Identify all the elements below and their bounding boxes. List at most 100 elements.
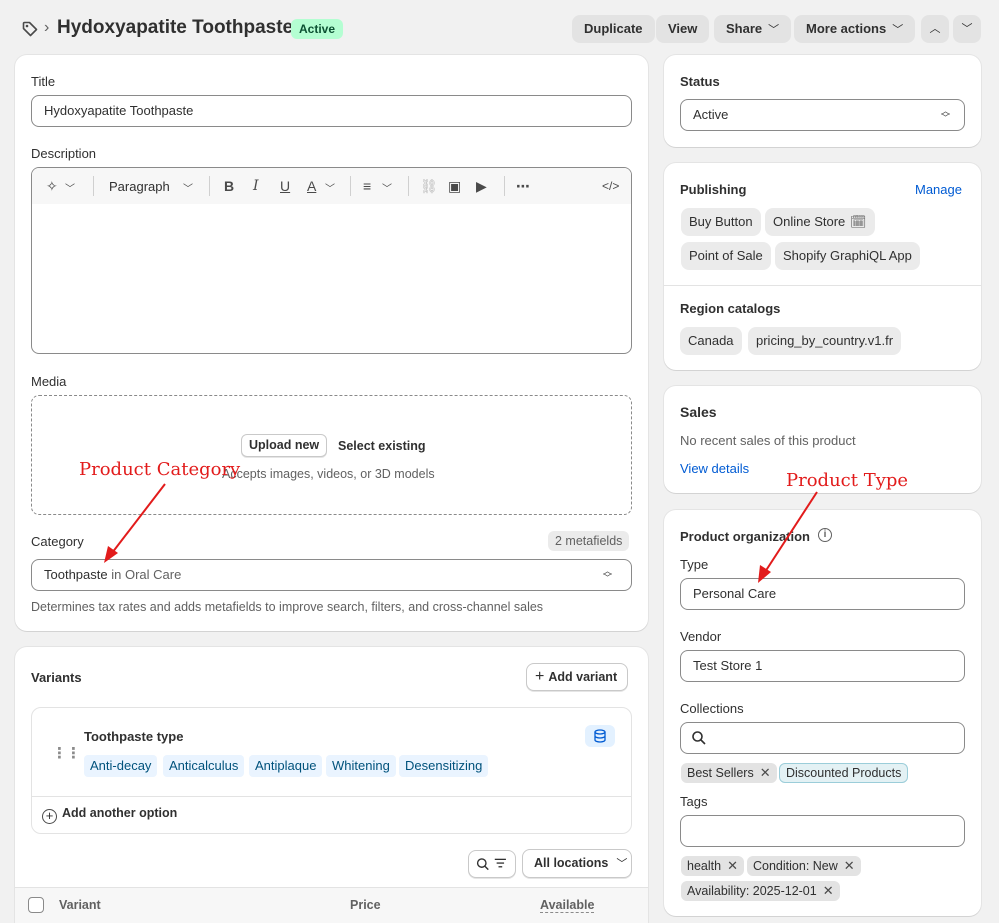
catalog-chip: Canada xyxy=(680,327,742,355)
search-icon xyxy=(692,731,706,745)
option-value[interactable]: Anticalculus xyxy=(163,755,245,777)
chevron-down-icon[interactable]: ﹀ xyxy=(325,180,335,195)
tag-chip: Condition: New ✕ xyxy=(747,856,861,876)
editor-toolbar: ✧ ﹀ Paragraph ﹀ B I U A ﹀ ≡ ﹀ ⛓ ▣ ▶ ⋯ </… xyxy=(32,168,631,204)
region-catalogs-label: Region catalogs xyxy=(680,301,781,316)
category-input[interactable]: Toothpaste in Oral Care xyxy=(31,559,632,591)
info-icon[interactable]: i xyxy=(818,528,832,542)
column-header-price[interactable]: Price xyxy=(350,898,381,912)
text-color-icon[interactable]: A xyxy=(307,178,316,194)
align-icon[interactable]: ≡ xyxy=(363,178,371,194)
collection-chip-label: Best Sellers xyxy=(687,766,754,780)
category-label: Category xyxy=(31,534,84,549)
paragraph-select[interactable]: Paragraph xyxy=(109,179,170,194)
toolbar-divider xyxy=(408,176,409,196)
code-icon[interactable]: </> xyxy=(602,179,619,193)
bold-icon[interactable]: B xyxy=(224,178,234,194)
sales-text: No recent sales of this product xyxy=(680,433,856,448)
image-icon[interactable]: ▣ xyxy=(448,178,461,195)
database-icon[interactable] xyxy=(585,725,615,747)
title-input[interactable]: Hydoxyapatite Toothpaste xyxy=(31,95,632,127)
select-all-checkbox[interactable] xyxy=(28,897,44,913)
duplicate-label: Duplicate xyxy=(584,21,643,36)
locations-select[interactable]: All locations ﹀ xyxy=(522,849,632,878)
remove-icon[interactable]: ✕ xyxy=(844,858,855,873)
toolbar-divider xyxy=(93,176,94,196)
status-select[interactable]: Active xyxy=(680,99,965,131)
option-value[interactable]: Desensitizing xyxy=(399,755,489,777)
collections-label: Collections xyxy=(680,701,744,716)
chevron-down-icon[interactable]: ﹀ xyxy=(65,180,75,195)
column-header-available[interactable]: Available xyxy=(540,898,595,913)
upload-new-button[interactable]: Upload new xyxy=(241,434,328,457)
catalog-chip: pricing_by_country.v1.fr xyxy=(748,327,902,355)
collection-chip: Best Sellers ✕ xyxy=(681,763,777,783)
add-another-option-button[interactable]: + Add another option xyxy=(42,806,177,824)
previous-product-button[interactable]: ︿ xyxy=(921,15,949,43)
share-label: Share xyxy=(726,21,763,36)
video-icon[interactable]: ▶ xyxy=(476,178,487,195)
tag-icon[interactable] xyxy=(21,20,39,38)
link-icon[interactable]: ⛓ xyxy=(420,178,438,195)
annotation-product-category: Product Category xyxy=(79,459,241,480)
collections-search-input[interactable] xyxy=(680,722,965,754)
duplicate-button[interactable]: Duplicate xyxy=(572,15,655,43)
vendor-label: Vendor xyxy=(680,629,722,644)
drag-handle-icon[interactable]: ⋮⋮ xyxy=(52,744,81,762)
view-button[interactable]: View xyxy=(656,15,710,43)
search-filter-button[interactable] xyxy=(468,850,516,878)
locations-label: All locations xyxy=(534,856,609,870)
category-parent: in Oral Care xyxy=(111,567,182,582)
product-organization-label: Product organization xyxy=(680,529,810,544)
view-details-link[interactable]: View details xyxy=(680,461,749,476)
column-header-variant[interactable]: Variant xyxy=(59,898,101,912)
chevron-down-icon[interactable]: ﹀ xyxy=(382,180,392,195)
description-editor[interactable]: ✧ ﹀ Paragraph ﹀ B I U A ﹀ ≡ ﹀ ⛓ ▣ ▶ ⋯ </… xyxy=(31,167,632,354)
metafields-badge[interactable]: 2 metafields xyxy=(548,531,630,551)
share-button[interactable]: Share ﹀ xyxy=(714,15,792,43)
remove-icon[interactable]: ✕ xyxy=(823,883,834,898)
select-arrows-icon: ︿ ﹀ xyxy=(603,566,613,583)
plus-circle-icon: + xyxy=(42,809,57,824)
toolbar-divider xyxy=(504,176,505,196)
media-label: Media xyxy=(31,374,67,389)
tag-chip-label: health xyxy=(687,859,722,873)
option-value[interactable]: Whitening xyxy=(326,755,396,777)
vendor-input[interactable]: Test Store 1 xyxy=(680,650,965,682)
remove-icon[interactable]: ✕ xyxy=(760,765,771,780)
variants-heading: Variants xyxy=(31,670,82,685)
add-variant-button[interactable]: + Add variant xyxy=(526,663,629,691)
publishing-label: Publishing xyxy=(680,182,747,197)
chevron-down-icon: ﹀ xyxy=(616,858,628,870)
option-name: Toothpaste type xyxy=(84,729,184,744)
tags-input[interactable] xyxy=(680,815,965,847)
select-existing-button[interactable]: Select existing xyxy=(338,439,426,453)
tag-chip-label: Condition: New xyxy=(753,859,838,873)
title-label: Title xyxy=(31,74,56,89)
manage-link[interactable]: Manage xyxy=(915,182,962,197)
annotation-product-type: Product Type xyxy=(786,470,909,491)
chevron-down-icon: ﹀ xyxy=(961,23,973,35)
type-label: Type xyxy=(680,557,709,572)
remove-icon[interactable]: ✕ xyxy=(727,858,738,873)
category-help-text: Determines tax rates and adds metafields… xyxy=(31,600,544,614)
italic-icon[interactable]: I xyxy=(253,178,259,194)
magic-icon[interactable]: ✧ xyxy=(46,178,58,195)
option-value[interactable]: Anti-decay xyxy=(84,755,158,777)
category-value: Toothpaste xyxy=(44,567,108,582)
page-header: › Hydoxyapatite Toothpaste Active Duplic… xyxy=(0,0,999,56)
media-dropzone[interactable] xyxy=(31,395,632,515)
toolbar-divider xyxy=(209,176,210,196)
chevron-down-icon[interactable]: ﹀ xyxy=(183,180,193,195)
toolbar-divider xyxy=(350,176,351,196)
tag-chip: health ✕ xyxy=(681,856,744,876)
collection-chip: Discounted Products xyxy=(779,763,909,783)
more-actions-button[interactable]: More actions ﹀ xyxy=(794,15,916,43)
media-hint: Accepts images, videos, or 3D models xyxy=(222,467,435,481)
underline-icon[interactable]: U xyxy=(280,178,290,194)
next-product-button[interactable]: ﹀ xyxy=(953,15,981,43)
type-input[interactable]: Personal Care xyxy=(680,578,965,610)
chevron-down-icon: ﹀ xyxy=(892,24,904,36)
more-icon[interactable]: ⋯ xyxy=(516,178,530,195)
option-value[interactable]: Antiplaque xyxy=(249,755,323,777)
